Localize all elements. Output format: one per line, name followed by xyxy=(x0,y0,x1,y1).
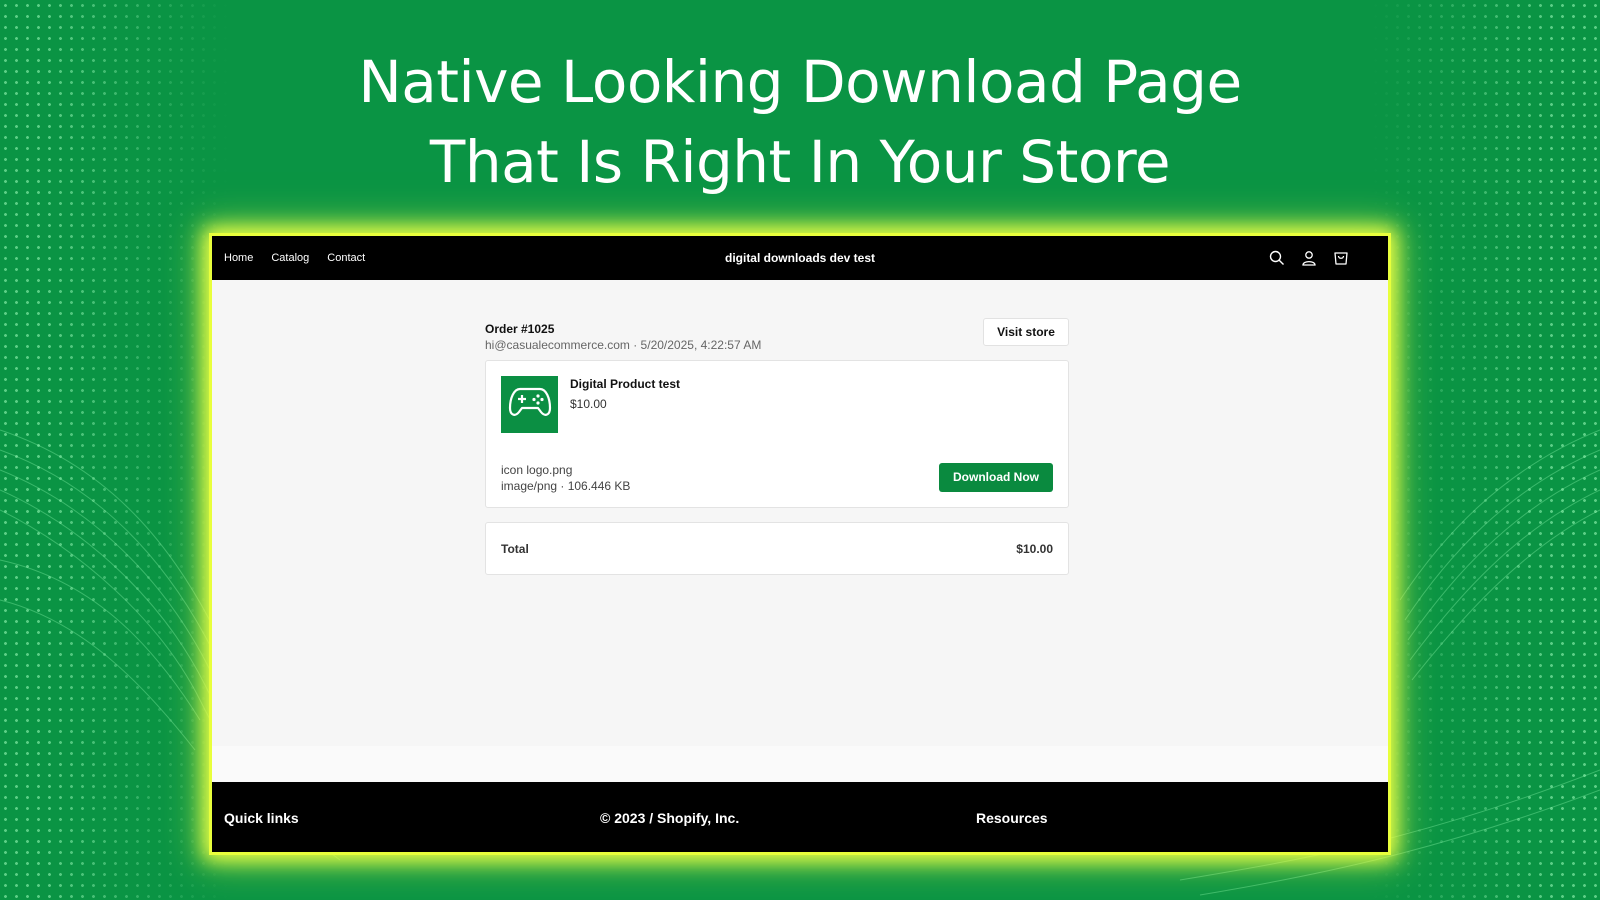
download-now-button[interactable]: Download Now xyxy=(939,463,1053,492)
store-header: Home Catalog Contact digital downloads d… xyxy=(212,236,1388,280)
total-label: Total xyxy=(501,542,529,556)
headline-line-2: That Is Right In Your Store xyxy=(429,128,1171,196)
store-footer: Quick links © 2023 / Shopify, Inc. Resou… xyxy=(212,782,1388,852)
headline-line-1: Native Looking Download Page xyxy=(358,48,1242,116)
gamepad-icon xyxy=(508,386,552,423)
store-title[interactable]: digital downloads dev test xyxy=(212,236,1388,280)
page-bottom-band xyxy=(212,746,1388,782)
order-header: Order #1025 hi@casualecommerce.com · 5/2… xyxy=(485,318,1069,362)
nav-catalog[interactable]: Catalog xyxy=(271,252,309,264)
store-screenshot-frame: Home Catalog Contact digital downloads d… xyxy=(212,236,1388,852)
file-meta: image/png · 106.446 KB xyxy=(501,479,631,493)
visit-store-button[interactable]: Visit store xyxy=(983,318,1069,346)
file-name: icon logo.png xyxy=(501,463,573,477)
footer-resources[interactable]: Resources xyxy=(976,810,1048,826)
nav-home[interactable]: Home xyxy=(224,252,253,264)
footer-copyright: © 2023 / Shopify, Inc. xyxy=(600,810,740,826)
main-nav: Home Catalog Contact xyxy=(224,236,365,280)
product-price: $10.00 xyxy=(570,397,607,411)
total-value: $10.00 xyxy=(1016,542,1053,556)
order-title: Order #1025 xyxy=(485,322,555,336)
product-card: Digital Product test $10.00 icon logo.pn… xyxy=(485,360,1069,508)
account-icon[interactable] xyxy=(1300,249,1318,267)
nav-contact[interactable]: Contact xyxy=(327,252,365,264)
order-page: Order #1025 hi@casualecommerce.com · 5/2… xyxy=(485,318,1069,575)
cart-icon[interactable] xyxy=(1332,249,1350,267)
total-card: Total $10.00 xyxy=(485,522,1069,575)
product-thumbnail xyxy=(501,376,558,433)
header-icons xyxy=(1268,236,1350,280)
search-icon[interactable] xyxy=(1268,249,1286,267)
headline: Native Looking Download Page That Is Rig… xyxy=(0,42,1600,202)
footer-quick-links[interactable]: Quick links xyxy=(224,810,299,826)
product-name: Digital Product test xyxy=(570,377,681,391)
order-meta: hi@casualecommerce.com · 5/20/2025, 4:22… xyxy=(485,338,762,352)
